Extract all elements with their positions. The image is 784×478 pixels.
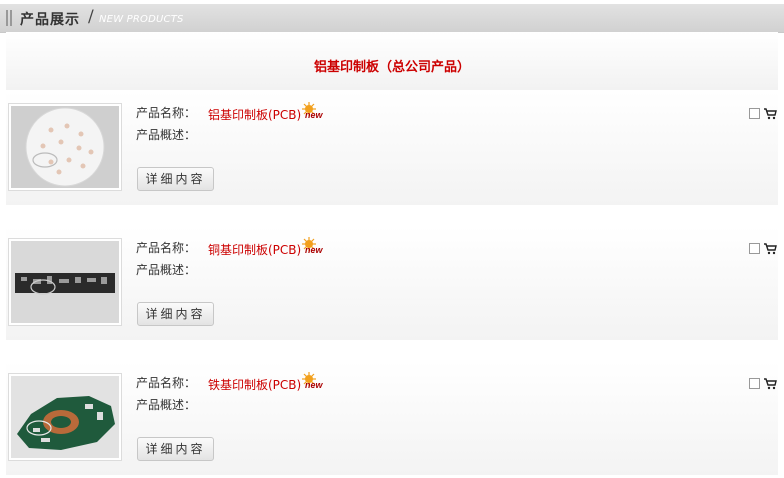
section-title: 产品展示 — [20, 12, 80, 28]
category-title: 铝基印制板（总公司产品） — [313, 60, 470, 75]
product-desc-label: 产品概述： — [136, 398, 197, 412]
header-bars-icon — [6, 10, 14, 26]
product-name-link[interactable]: 铝基印制板(PCB) — [208, 106, 301, 123]
product-desc-label: 产品概述： — [136, 128, 197, 142]
detail-button[interactable]: 详细内容 — [137, 167, 214, 191]
detail-button[interactable]: 详细内容 — [137, 302, 214, 326]
product-desc-label: 产品概述： — [136, 263, 197, 277]
new-badge-icon: new — [302, 237, 324, 255]
product-name-link[interactable]: 铜基印制板(PCB) — [208, 241, 301, 258]
category-heading: 铝基印制板（总公司产品） — [6, 32, 778, 90]
product-name-label: 产品名称： — [136, 376, 197, 390]
new-badge-text: new — [305, 110, 324, 120]
product-item: 产品名称： 产品概述： 铁基印制板(PCB) new 详细内容 — [6, 361, 778, 475]
product-item: 产品名称： 产品概述： 铜基印制板(PCB) new 详细内容 — [6, 226, 778, 340]
product-name-label: 产品名称： — [136, 241, 197, 255]
new-badge-icon: new — [302, 372, 324, 390]
product-thumbnail[interactable] — [8, 373, 122, 461]
new-badge-icon: new — [302, 102, 324, 120]
compare-checkbox[interactable] — [749, 378, 760, 389]
new-badge-text: new — [305, 380, 324, 390]
product-thumbnail[interactable] — [8, 238, 122, 326]
product-item: 产品名称： 产品概述： 铝基印制板(PCB) new 详细内容 — [6, 91, 778, 205]
new-badge-text: new — [305, 245, 324, 255]
cart-icon[interactable] — [763, 241, 777, 255]
product-thumbnail[interactable] — [8, 103, 122, 191]
product-name-label: 产品名称： — [136, 106, 197, 120]
detail-button[interactable]: 详细内容 — [137, 437, 214, 461]
section-header: 产品展示 / NEW PRODUCTS — [0, 4, 784, 33]
cart-icon[interactable] — [763, 106, 777, 120]
product-name-link[interactable]: 铁基印制板(PCB) — [208, 376, 301, 393]
compare-checkbox[interactable] — [749, 108, 760, 119]
section-subtitle: NEW PRODUCTS — [99, 14, 184, 25]
section-title-divider: / — [88, 7, 94, 27]
cart-icon[interactable] — [763, 376, 777, 390]
compare-checkbox[interactable] — [749, 243, 760, 254]
